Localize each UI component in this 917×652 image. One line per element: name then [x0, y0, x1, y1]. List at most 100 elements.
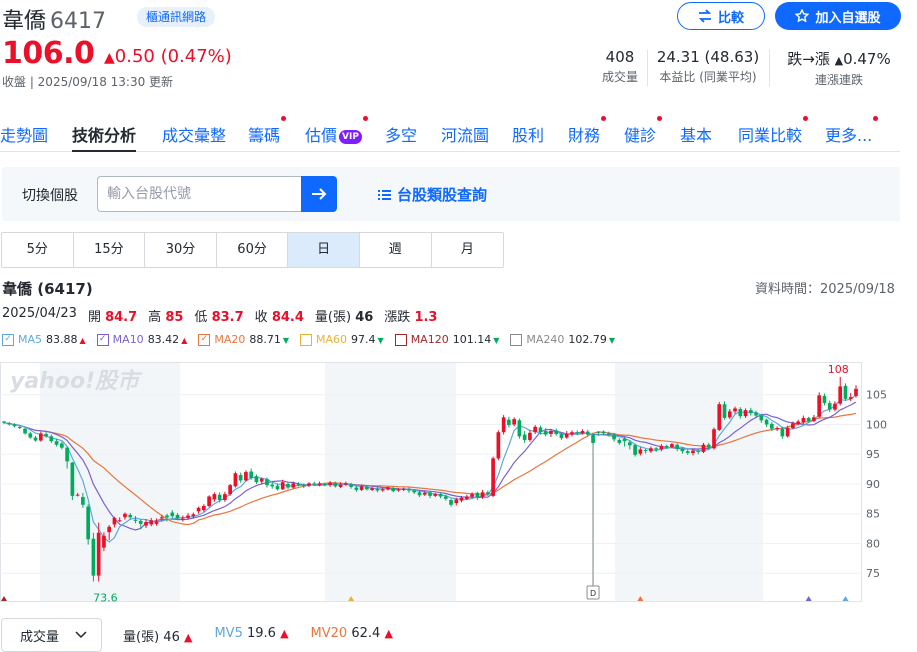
candle	[775, 428, 779, 430]
candle	[580, 431, 585, 434]
candle	[212, 494, 217, 500]
period-tab[interactable]: 5分	[2, 233, 74, 267]
candle	[170, 512, 175, 517]
candle	[165, 515, 169, 518]
category-lookup-link[interactable]: 台股類股查詢	[378, 184, 487, 205]
tab-label: 技術分析	[72, 126, 137, 145]
notification-dot	[803, 116, 809, 121]
candle	[649, 448, 653, 452]
candle	[507, 419, 511, 426]
ma-legend: ✓MA583.88 ✓MA1083.42 ✓MA2088.71 MA6097.4 MA1…	[2, 333, 615, 346]
candle	[848, 397, 853, 399]
stock-title: 韋僑 6417	[2, 3, 106, 35]
tab-7[interactable]: 股利	[512, 118, 544, 152]
tab-3[interactable]: 籌碼	[248, 116, 287, 152]
candle	[322, 483, 327, 485]
compare-button[interactable]: 比較	[677, 2, 765, 30]
min-price-label: 73.6	[93, 592, 118, 604]
candle	[186, 515, 190, 518]
candle	[512, 419, 516, 425]
candle	[475, 492, 480, 498]
candle	[238, 475, 243, 481]
tab-11[interactable]: 同業比較	[738, 116, 809, 152]
candle	[265, 479, 269, 486]
candle	[107, 526, 112, 533]
candle	[433, 494, 438, 496]
ma-toggle-ma20[interactable]: ✓ MA20 88.71	[198, 333, 289, 346]
candle	[764, 419, 769, 425]
candle	[833, 403, 837, 410]
category-badge[interactable]: 櫃通訊網路	[137, 7, 216, 27]
ma-toggle-ma240[interactable]: MA240 102.79	[510, 333, 615, 346]
tab-5[interactable]: 多空	[385, 118, 417, 152]
candle	[791, 423, 795, 429]
tab-8[interactable]: 財務	[568, 116, 607, 152]
candle	[138, 520, 143, 524]
ma-toggle-ma120[interactable]: MA120 101.14	[394, 333, 500, 346]
candle	[501, 417, 506, 433]
candle	[585, 431, 590, 435]
candle	[191, 514, 196, 517]
period-tab[interactable]: 月	[432, 233, 504, 267]
tab-label: 股利	[512, 126, 545, 145]
candle	[123, 513, 127, 518]
period-tab[interactable]: 15分	[74, 233, 146, 267]
candle	[291, 483, 296, 488]
period-tab[interactable]: 60分	[217, 233, 289, 267]
candle	[417, 492, 422, 496]
period-tabs: 5分 15分 30分 60分日週月	[1, 232, 505, 268]
candle	[86, 506, 90, 540]
ma-toggle-ma60[interactable]: MA60 97.4	[300, 333, 384, 346]
tab-label: 更多...	[825, 126, 873, 145]
candle	[606, 433, 611, 435]
period-tab[interactable]: 30分	[145, 233, 217, 267]
candle	[328, 482, 332, 486]
candle	[838, 386, 843, 404]
candle	[359, 486, 364, 490]
tab-0[interactable]: 走勢圖	[0, 118, 48, 152]
period-tab[interactable]: 日	[288, 233, 360, 267]
candle	[254, 476, 259, 483]
add-watchlist-button[interactable]: 加入自選股	[775, 2, 901, 30]
search-submit-button[interactable]	[301, 176, 337, 212]
candle	[428, 492, 432, 496]
tab-6[interactable]: 河流圖	[441, 118, 489, 152]
tab-9[interactable]: 健診	[624, 116, 663, 152]
data-time: 資料時間：2025/09/18	[755, 282, 895, 297]
vip-badge: VIP	[339, 129, 362, 144]
compare-label: 比較	[717, 10, 744, 26]
tab-12[interactable]: 更多...	[825, 116, 879, 152]
candle	[33, 437, 38, 441]
candle	[570, 432, 574, 435]
candle	[575, 432, 580, 434]
tab-2[interactable]: 成交彙整	[162, 118, 226, 152]
ma-toggle-ma5[interactable]: ✓ MA5 83.88	[2, 333, 86, 346]
ma-toggle-ma10[interactable]: ✓ MA10 83.42	[96, 333, 188, 346]
tab-1[interactable]: 技術分析	[72, 118, 137, 152]
notification-dot	[657, 116, 663, 121]
candle	[133, 519, 138, 521]
tab-10[interactable]: 基本	[680, 118, 712, 152]
checkbox-icon: ✓	[96, 333, 109, 346]
stock-search-input[interactable]	[97, 176, 302, 212]
candlestick-chart[interactable]: 105 100 95 90 85 80 75 yahoo!股市 D 108 73.6	[0, 362, 890, 604]
candle	[517, 420, 522, 437]
dividend-marker-label: D	[590, 589, 596, 598]
candle	[759, 415, 764, 421]
tab-4[interactable]: 估價 VIP	[305, 116, 368, 152]
candle	[822, 395, 827, 404]
candle	[349, 484, 353, 487]
candle	[7, 423, 12, 425]
candle	[522, 434, 527, 440]
candle	[785, 428, 790, 437]
candle	[196, 507, 201, 512]
candle	[549, 431, 553, 434]
event-marker	[805, 596, 812, 601]
period-tab[interactable]: 週	[360, 233, 432, 267]
candle	[722, 404, 727, 418]
y-tick-label: 80	[866, 537, 880, 550]
volume-indicator-select[interactable]: 成交量	[1, 618, 102, 652]
candle	[438, 494, 443, 497]
candle	[112, 517, 117, 525]
divider	[647, 50, 648, 86]
